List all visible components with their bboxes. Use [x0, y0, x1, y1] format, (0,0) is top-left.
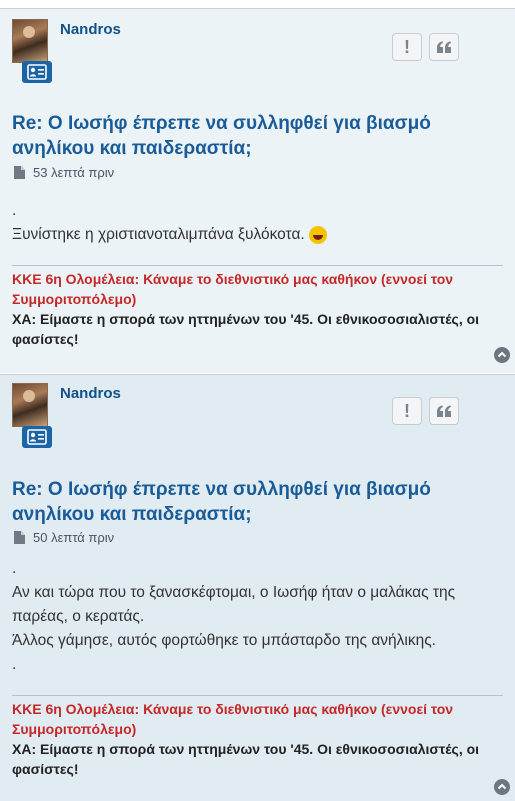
avatar[interactable]: [12, 383, 48, 427]
signature-line-red: ΚΚΕ 6η Ολομέλεια: Κάναμε το διεθνιστικό …: [12, 271, 454, 307]
arrow-up-icon: [497, 351, 507, 358]
profile-button[interactable]: [22, 61, 52, 83]
content-line: .: [12, 202, 17, 219]
file-icon: [14, 531, 25, 544]
report-button[interactable]: !: [392, 397, 422, 425]
quote-icon: [437, 405, 451, 417]
back-to-top-button[interactable]: [494, 779, 510, 795]
quote-button[interactable]: [429, 33, 459, 61]
report-button[interactable]: !: [392, 33, 422, 61]
report-icon: !: [404, 36, 410, 57]
post-time: 53 λεπτά πριν: [33, 165, 115, 180]
content-line: .: [12, 560, 17, 577]
post-time: 50 λεπτά πριν: [33, 530, 115, 545]
id-card-icon: [27, 64, 47, 80]
signature-line: ΧΑ: Είμαστε η σπορά των ηττημένων του '4…: [12, 311, 480, 347]
post-title[interactable]: Re: Ο Ιωσήφ έπρεπε να συλληφθεί για βιασ…: [12, 111, 507, 161]
content-line: Ξυνίστηκε η χριστιανοταλιμπάνα ξυλόκοτα.: [12, 223, 507, 247]
laughing-crying-emoji: [308, 225, 327, 244]
report-icon: !: [404, 400, 410, 421]
post-title[interactable]: Re: Ο Ιωσήφ έπρεπε να συλληφθεί για βιασ…: [12, 477, 507, 527]
signature: ΚΚΕ 6η Ολομέλεια: Κάναμε το διεθνιστικό …: [12, 699, 507, 779]
post: Nandros ! Re: Ο Ιωσήφ έπρεπε να συλληφθε…: [0, 374, 515, 801]
quote-icon: [437, 41, 451, 53]
post-content: . Ξυνίστηκε η χριστιανοταλιμπάνα ξυλόκοτ…: [12, 199, 507, 247]
signature-divider: [12, 265, 503, 266]
content-line: .: [12, 656, 17, 673]
profile-button[interactable]: [22, 426, 52, 448]
quote-button[interactable]: [429, 397, 459, 425]
username[interactable]: Nandros: [60, 21, 121, 38]
arrow-up-icon: [497, 783, 507, 790]
signature-line: ΧΑ: Είμαστε η σπορά των ηττημένων του '4…: [12, 741, 480, 777]
content-line: Αν και τώρα που το ξανασκέφτομαι, ο Ιωσή…: [12, 584, 456, 625]
avatar[interactable]: [12, 19, 48, 63]
id-card-icon: [27, 429, 47, 445]
signature-divider: [12, 695, 503, 696]
content-line: Άλλος γάμησε, αυτός φορτώθηκε το μπάσταρ…: [12, 632, 436, 649]
file-icon: [14, 166, 25, 179]
back-to-top-button[interactable]: [494, 347, 510, 363]
signature: ΚΚΕ 6η Ολομέλεια: Κάναμε το διεθνιστικό …: [12, 269, 507, 349]
signature-line-red: ΚΚΕ 6η Ολομέλεια: Κάναμε το διεθνιστικό …: [12, 701, 454, 737]
post-meta: 50 λεπτά πριν: [14, 530, 114, 545]
post-content: . Αν και τώρα που το ξανασκέφτομαι, ο Ιω…: [12, 557, 507, 677]
username[interactable]: Nandros: [60, 385, 121, 402]
post: Nandros ! Re: Ο Ιωσήφ έπρεπε να συλληφθε…: [0, 8, 515, 373]
post-meta: 53 λεπτά πριν: [14, 165, 114, 180]
